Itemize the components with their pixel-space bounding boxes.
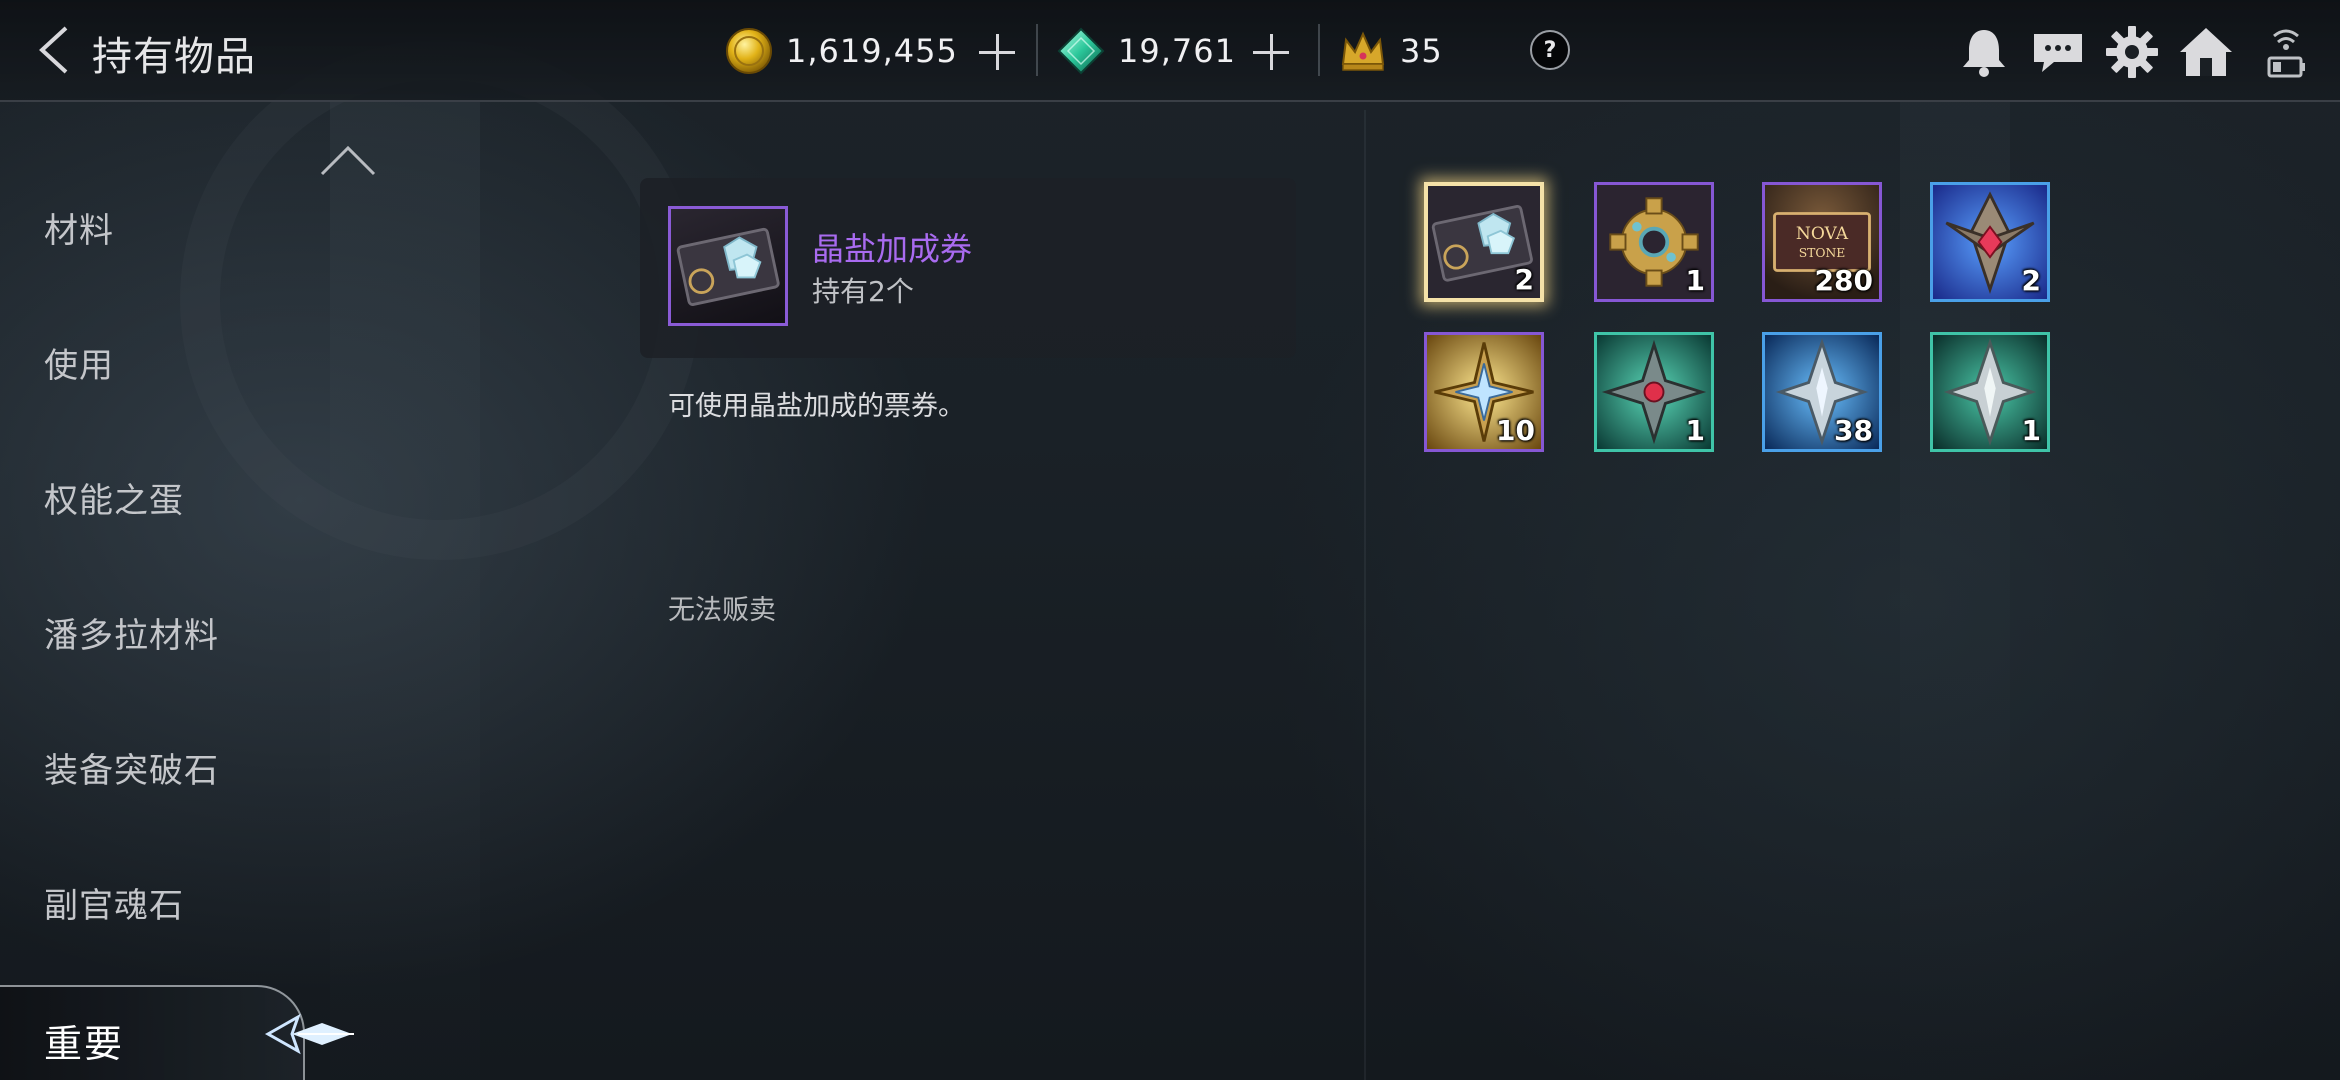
item-detail-thumbnail	[668, 206, 788, 326]
item-count: 10	[1496, 414, 1535, 447]
add-gem-button[interactable]	[1246, 26, 1296, 76]
inventory-item-teal-ruby-crest[interactable]: 1	[1594, 332, 1714, 452]
inventory-item-teal-silver-crest[interactable]: 1	[1930, 332, 2050, 452]
item-detail-card: 晶盐加成券 持有2个	[640, 178, 1296, 358]
chat-button[interactable]	[2028, 22, 2088, 82]
crown-icon	[1341, 31, 1385, 71]
add-gold-button[interactable]	[972, 26, 1022, 76]
divider	[1318, 24, 1320, 76]
item-detail-name: 晶盐加成券	[812, 230, 973, 268]
inventory-item-blue-silver-crest[interactable]: 38	[1762, 332, 1882, 452]
item-sell-status: 无法贩卖	[668, 595, 776, 626]
gold-currency: 1,619,455	[724, 22, 958, 80]
item-count: 1	[1685, 264, 1705, 297]
inventory-item-red-core-crest[interactable]: 2	[1930, 182, 2050, 302]
salt-ticket-icon	[676, 227, 780, 306]
green-gem-icon	[1057, 27, 1105, 75]
inventory-item-salt-ticket[interactable]: 2	[1424, 182, 1544, 302]
notification-button[interactable]	[1954, 22, 2014, 82]
nav-item-materials[interactable]: 材料	[44, 203, 114, 252]
gear-icon	[2106, 26, 2158, 78]
inventory-item-gear-material[interactable]: 1	[1594, 182, 1714, 302]
nav-item-important[interactable]: 重要	[0, 985, 354, 1080]
item-count: 1	[2021, 414, 2041, 447]
divider	[1036, 24, 1038, 76]
help-button[interactable]: ?	[1530, 30, 1570, 70]
inventory-item-nova-stone-ticket[interactable]: NOVA STONE 280	[1762, 182, 1882, 302]
top-bar: 持有物品 1,619,455 19,761 35 ?	[0, 0, 2340, 102]
page-title: 持有物品	[92, 34, 256, 80]
crown-amount: 35	[1400, 32, 1443, 70]
item-detail-owned-count: 持有2个	[812, 275, 914, 308]
gem-currency: 19,761	[1056, 22, 1236, 80]
panel-divider	[1364, 110, 1366, 1080]
chat-icon	[2034, 34, 2082, 72]
nav-item-pandora-materials[interactable]: 潘多拉材料	[44, 608, 219, 657]
item-count: 1	[1685, 414, 1705, 447]
status-indicator	[2256, 22, 2312, 82]
scroll-up-chevron-icon[interactable]	[318, 140, 378, 180]
nav-item-adjutant-soulstone[interactable]: 副官魂石	[44, 878, 184, 927]
inventory-item-gold-star-crest[interactable]: 10	[1424, 332, 1544, 452]
item-count: 280	[1814, 264, 1873, 297]
gold-coin-icon	[726, 28, 772, 74]
nav-item-use[interactable]: 使用	[44, 338, 114, 387]
item-count: 2	[2021, 264, 2041, 297]
bell-icon	[1963, 30, 2005, 77]
back-button[interactable]	[28, 20, 88, 80]
nav-item-power-egg[interactable]: 权能之蛋	[44, 473, 184, 522]
item-count: 38	[1834, 414, 1873, 447]
nav-item-important-label: 重要	[44, 1022, 125, 1066]
crown-currency: 35	[1338, 22, 1443, 80]
nova-ticket-line1: NOVA	[1796, 224, 1849, 244]
selection-pointer-icon	[264, 1013, 354, 1055]
item-count: 2	[1514, 263, 1534, 296]
home-button[interactable]	[2176, 22, 2236, 82]
nova-ticket-line2: STONE	[1799, 246, 1846, 260]
gem-amount: 19,761	[1118, 32, 1236, 70]
wifi-battery-icon	[2267, 29, 2305, 78]
home-icon	[2180, 28, 2232, 76]
item-detail-description: 可使用晶盐加成的票券。	[668, 391, 965, 422]
chevron-left-icon	[39, 26, 68, 74]
background-arch	[180, 40, 700, 560]
nav-item-breakthrough-stone[interactable]: 装备突破石	[44, 743, 219, 792]
settings-button[interactable]	[2102, 22, 2162, 82]
gold-amount: 1,619,455	[786, 32, 958, 70]
